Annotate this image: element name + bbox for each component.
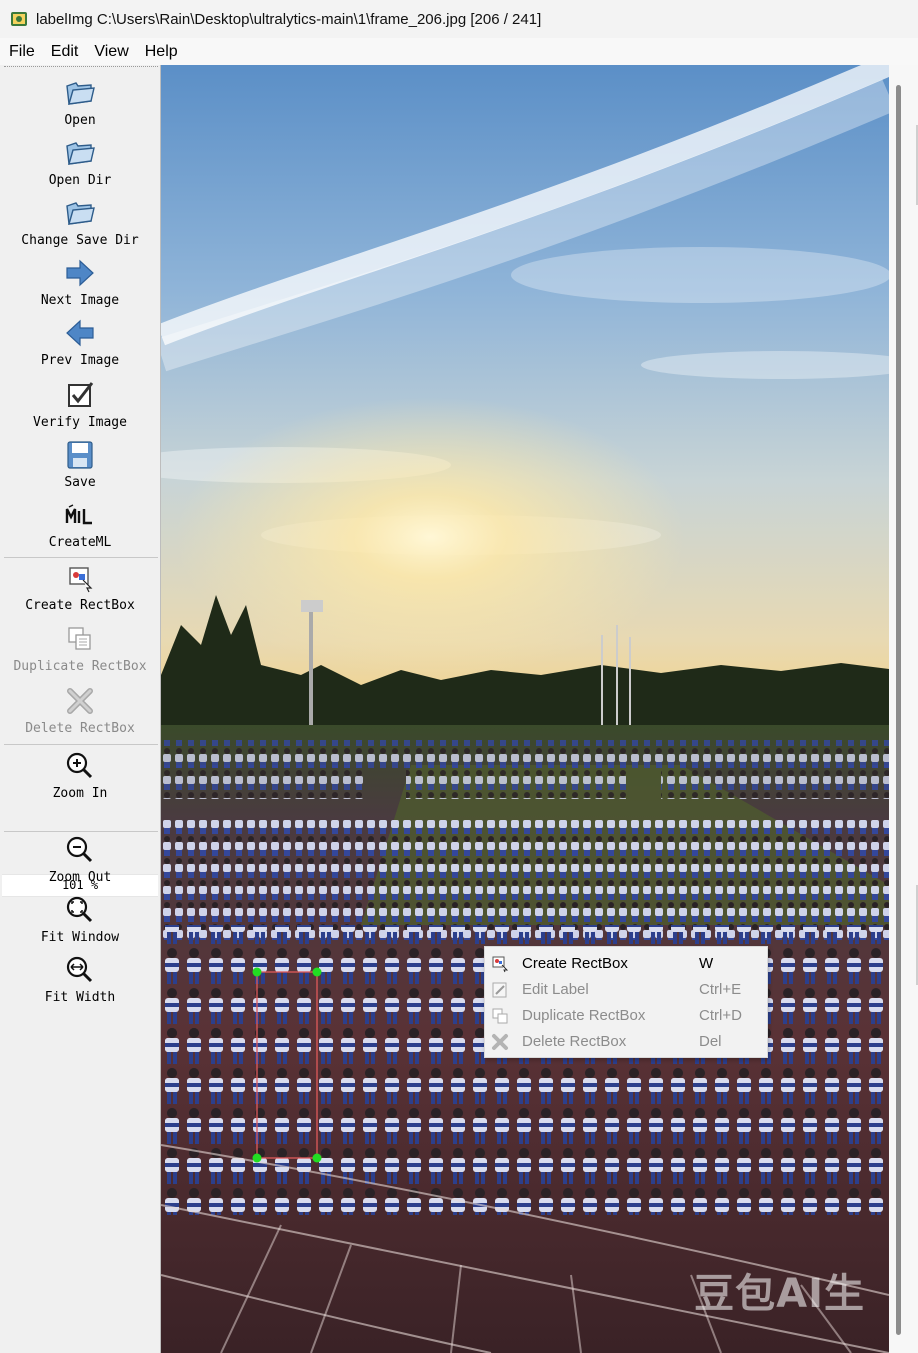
save-button[interactable]: Save xyxy=(0,439,160,490)
delete-x-icon xyxy=(492,1034,508,1050)
verify-image-label: Verify Image xyxy=(33,415,127,430)
arrow-left-icon xyxy=(66,319,94,347)
zoom-in-icon xyxy=(66,752,93,779)
menu-view[interactable]: View xyxy=(86,43,136,61)
ctx-duplicate-rectbox[interactable]: Duplicate RectBox Ctrl+D xyxy=(485,1003,767,1029)
ctx-duplicate-rectbox-label: Duplicate RectBox xyxy=(522,1007,646,1024)
createml-icon xyxy=(65,504,92,525)
create-rectbox-label: Create RectBox xyxy=(25,598,135,613)
zoom-out-icon xyxy=(66,836,93,863)
ctx-edit-label-label: Edit Label xyxy=(522,981,589,998)
context-menu: Create RectBox W Edit Label Ctrl+E Dupli… xyxy=(484,946,768,1058)
menu-help[interactable]: Help xyxy=(137,43,186,61)
toolbar-separator xyxy=(4,744,158,745)
bounding-box[interactable] xyxy=(256,971,318,1159)
toolbar: Open Open Dir Change Save Dir Next Image… xyxy=(0,65,161,1353)
window-title: labelImg C:\Users\Rain\Desktop\ultralyti… xyxy=(36,10,542,28)
prev-image-label: Prev Image xyxy=(40,353,120,368)
create-rectbox-button[interactable]: Create RectBox xyxy=(0,562,160,613)
title-bar: labelImg C:\Users\Rain\Desktop\ultralyti… xyxy=(0,0,918,38)
createml-label: CreateML xyxy=(48,535,112,550)
ctx-delete-rectbox-label: Delete RectBox xyxy=(522,1033,627,1050)
bounding-box-overlay xyxy=(252,967,322,1163)
next-image-button[interactable]: Next Image xyxy=(0,257,160,308)
bbox-handle[interactable] xyxy=(252,967,262,977)
ctx-duplicate-rectbox-shortcut: Ctrl+D xyxy=(699,1007,742,1024)
bbox-handle[interactable] xyxy=(312,967,322,977)
fit-window-button[interactable]: Fit Window xyxy=(0,894,160,945)
ctx-edit-label-shortcut: Ctrl+E xyxy=(699,981,742,998)
change-save-dir-button[interactable]: Change Save Dir xyxy=(0,197,160,248)
delete-x-icon xyxy=(67,688,93,714)
fit-window-icon xyxy=(66,896,93,923)
delete-rectbox-label: Delete RectBox xyxy=(25,721,135,736)
open-dir-button[interactable]: Open Dir xyxy=(0,137,160,188)
change-save-dir-label: Change Save Dir xyxy=(21,233,139,248)
image-watermark: 豆包AI生 xyxy=(694,1271,865,1317)
next-image-label: Next Image xyxy=(40,293,120,308)
folder-open-icon xyxy=(66,82,95,105)
scrollbar-thumb[interactable] xyxy=(896,85,901,1335)
zoom-in-label: Zoom In xyxy=(52,786,108,801)
zoom-out-button[interactable]: Zoom Out xyxy=(0,834,160,885)
checkbox-icon xyxy=(68,382,94,407)
bbox-handle[interactable] xyxy=(252,1153,262,1163)
vertical-scrollbar[interactable] xyxy=(889,65,918,1353)
labelimg-app-icon xyxy=(11,12,27,26)
createml-button[interactable]: CreateML xyxy=(0,499,160,550)
ctx-create-rectbox[interactable]: Create RectBox W xyxy=(485,951,767,977)
delete-rectbox-button[interactable]: Delete RectBox xyxy=(0,685,160,736)
edit-label-icon xyxy=(492,982,507,998)
duplicate-rectbox-button[interactable]: Duplicate RectBox xyxy=(0,623,160,674)
ctx-delete-rectbox[interactable]: Delete RectBox Del xyxy=(485,1029,767,1055)
ctx-delete-rectbox-shortcut: Del xyxy=(699,1033,722,1050)
create-rectbox-icon xyxy=(492,956,509,973)
fit-width-icon xyxy=(66,956,93,983)
toolbar-separator xyxy=(4,557,158,558)
create-rectbox-icon xyxy=(69,567,93,593)
save-label: Save xyxy=(64,475,96,490)
menu-edit[interactable]: Edit xyxy=(43,43,87,61)
duplicate-rectbox-icon xyxy=(492,1008,508,1024)
zoom-in-button[interactable]: Zoom In xyxy=(0,750,160,801)
menu-file[interactable]: File xyxy=(0,43,43,61)
menu-bar: File Edit View Help xyxy=(0,38,918,65)
fit-width-button[interactable]: Fit Width xyxy=(0,954,160,1005)
ctx-create-rectbox-shortcut: W xyxy=(699,955,714,972)
folder-open-icon xyxy=(66,142,95,165)
duplicate-rectbox-label: Duplicate RectBox xyxy=(13,659,147,674)
bbox-handle[interactable] xyxy=(312,1153,322,1163)
ctx-edit-label[interactable]: Edit Label Ctrl+E xyxy=(485,977,767,1003)
fit-width-label: Fit Width xyxy=(44,990,116,1005)
verify-image-button[interactable]: Verify Image xyxy=(0,379,160,430)
duplicate-rectbox-icon xyxy=(68,627,91,650)
open-label: Open xyxy=(64,113,96,128)
fit-window-label: Fit Window xyxy=(40,930,120,945)
ctx-create-rectbox-label: Create RectBox xyxy=(522,955,628,972)
image-canvas[interactable]: 豆包AI生 xyxy=(161,65,889,1353)
open-dir-label: Open Dir xyxy=(48,173,112,188)
floppy-disk-icon xyxy=(67,441,93,469)
prev-image-button[interactable]: Prev Image xyxy=(0,317,160,368)
arrow-right-icon xyxy=(66,259,94,287)
open-button[interactable]: Open xyxy=(0,77,160,128)
zoom-out-label: Zoom Out xyxy=(48,870,112,885)
toolbar-separator xyxy=(4,831,158,832)
folder-open-icon xyxy=(66,202,95,225)
toolbar-grip[interactable] xyxy=(4,66,158,68)
